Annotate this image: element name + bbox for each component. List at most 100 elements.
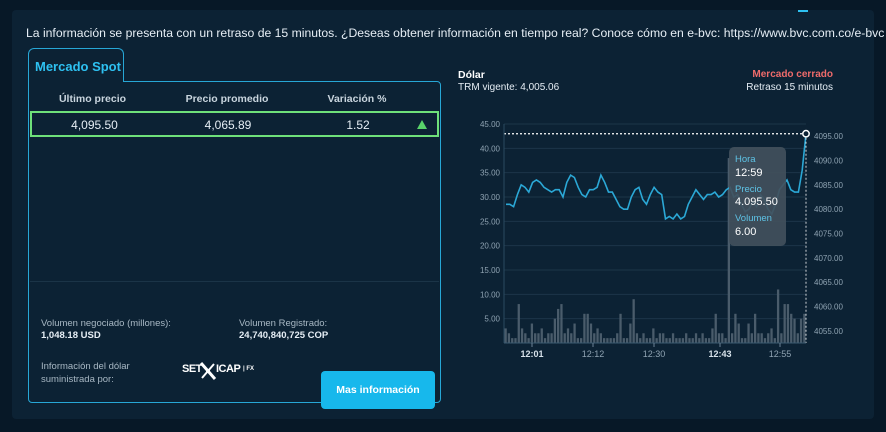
volume-bar	[616, 333, 619, 343]
cell-avg-price: 4,065.89	[204, 118, 252, 132]
y-right-tick-label: 4080.00	[814, 205, 843, 214]
y-left-tick-label: 30.00	[480, 193, 501, 202]
volume-bar	[652, 328, 655, 343]
volume-bar	[767, 333, 770, 343]
delay-label: Retraso 15 minutos	[746, 82, 833, 93]
volume-bar	[750, 333, 753, 343]
tooltip-volumen-label: Volumen	[735, 213, 772, 224]
chart-tooltip: Hora 12:59 Precio 4.095.50 Volumen 6.00	[729, 147, 786, 246]
volume-value: 1,048.18 USD	[41, 330, 101, 341]
volume-bar	[662, 333, 665, 343]
volume-bar	[560, 304, 563, 343]
volume-bar	[507, 333, 511, 343]
volume-bar	[635, 333, 639, 343]
x-tick-label: 12:30	[643, 349, 666, 359]
volume-bar	[685, 333, 688, 343]
y-right-tick-label: 4065.00	[814, 278, 843, 287]
volume-bar	[593, 333, 596, 343]
header-variation: Variación %	[327, 93, 387, 105]
volume-bar	[609, 338, 612, 343]
volume-bar	[520, 328, 524, 343]
y-left-tick-label: 5.00	[484, 315, 500, 324]
volume-bar	[580, 338, 583, 343]
volume-bar	[563, 333, 566, 343]
y-left-tick-label: 35.00	[480, 169, 501, 178]
volume-bar	[704, 338, 708, 343]
x-tick-label: 12:43	[708, 349, 731, 359]
volume-bar	[648, 338, 652, 343]
y-right-tick-label: 4075.00	[814, 230, 843, 239]
tooltip-volumen: 6.00	[735, 226, 757, 238]
more-info-button[interactable]: Mas información	[321, 371, 435, 409]
volume-bar	[511, 338, 514, 343]
y-left-tick-label: 45.00	[480, 120, 501, 129]
volume-bar	[691, 338, 694, 343]
volume-bar	[566, 328, 570, 343]
y-left-tick-label: 15.00	[480, 266, 501, 275]
source-label-2: suministrada por:	[41, 374, 114, 385]
volume-bar	[717, 333, 721, 343]
volume-bar	[655, 338, 658, 343]
volume-bar	[783, 304, 786, 343]
volume-bar	[524, 333, 527, 343]
y-right-tick-label: 4060.00	[814, 303, 843, 312]
volume-bar	[701, 333, 704, 343]
y-right-tick-label: 4055.00	[814, 327, 843, 336]
tooltip-hora-label: Hora	[735, 154, 756, 165]
volume-bar	[589, 323, 593, 343]
volume-bar	[694, 333, 698, 343]
volume-bar	[504, 328, 507, 343]
market-status: Mercado cerrado	[752, 69, 833, 80]
y-right-tick-label: 4085.00	[814, 181, 843, 190]
market-card: La información se presenta con un retras…	[12, 10, 884, 419]
y-right-tick-label: 4070.00	[814, 254, 843, 263]
table-header: Último precio Precio promedio Variación …	[29, 82, 440, 110]
volume-bar	[714, 313, 717, 343]
volume-label: Volumen negociado (millones):	[41, 318, 171, 329]
registered-value: 24,740,840,725 COP	[239, 330, 329, 341]
delay-notice: La información se presenta con un retras…	[26, 26, 885, 40]
divider	[30, 281, 439, 282]
volume-bar	[543, 338, 547, 343]
header-last-price: Último precio	[58, 93, 127, 105]
volume-bar	[698, 338, 701, 343]
volume-bar	[665, 338, 668, 343]
tab-mercado-spot[interactable]: Mercado Spot	[28, 48, 124, 82]
volume-bar	[557, 308, 560, 343]
volume-bar	[534, 333, 537, 343]
source-label-1: Información del dólar	[41, 361, 130, 372]
volume-bar	[517, 304, 520, 343]
volume-bar	[675, 338, 678, 343]
volume-bar	[753, 313, 757, 343]
x-tick-label: 12:01	[520, 349, 543, 359]
volume-bar	[537, 333, 540, 343]
price-chart[interactable]: 45.00 40.00 35.00 30.00 25.00 20.00 15.00 10.00…	[456, 114, 860, 364]
tooltip-precio: 4.095.50	[735, 196, 778, 208]
volume-bar	[612, 338, 616, 343]
volume-bar	[711, 328, 714, 343]
volume-bar	[642, 333, 645, 343]
set-icap-logo: SET ICAP | FX	[182, 360, 262, 382]
x-tick-label: 12:55	[769, 349, 792, 359]
volume-bar	[763, 338, 767, 343]
volume-bar	[770, 328, 773, 343]
volume-bar	[760, 333, 763, 343]
y-left-tick-label: 25.00	[480, 217, 501, 226]
trend-up-icon	[417, 120, 427, 129]
volume-bar	[803, 313, 806, 343]
corner-accent	[798, 10, 808, 12]
trm-value: TRM vigente: 4,005.06	[458, 82, 560, 93]
volume-bar	[530, 323, 534, 343]
last-point-marker	[802, 129, 810, 138]
volume-bar	[668, 338, 671, 343]
spot-panel: Último precio Precio promedio Variación …	[28, 81, 441, 409]
volume-bar	[744, 338, 747, 343]
volume-bar	[688, 338, 691, 343]
volume-bar	[606, 338, 609, 343]
y-left-tick-label: 10.00	[480, 290, 501, 299]
x-tick-label: 12:12	[582, 349, 605, 359]
volume-bar	[734, 313, 737, 343]
volume-bar	[570, 333, 573, 343]
volume-bar	[622, 338, 625, 343]
cell-variation: 1.52	[346, 118, 370, 132]
